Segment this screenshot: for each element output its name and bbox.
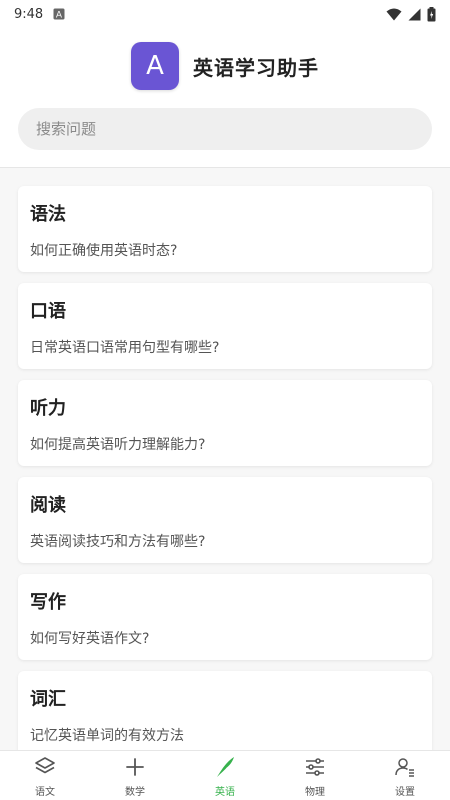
svg-text:A: A bbox=[56, 11, 63, 21]
app-header: A 英语学习助手 bbox=[0, 28, 450, 168]
topic-question: 如何正确使用英语时态? bbox=[30, 243, 178, 259]
nav-item-chinese[interactable]: 语文 bbox=[0, 751, 90, 800]
app-screen: 9:48 A A 英语学习助手 搜索问题 语法 如何正确使用英语时态? 口语 日… bbox=[0, 0, 450, 800]
topic-question: 如何提高英语听力理解能力? bbox=[30, 437, 206, 453]
plus-icon bbox=[122, 754, 148, 780]
app-logo: A bbox=[131, 42, 179, 90]
bottom-nav: 语文 数学 英语 物理 设置 bbox=[0, 750, 450, 800]
topic-title: 阅读 bbox=[30, 495, 66, 516]
topic-card-writing[interactable]: 写作 如何写好英语作文? bbox=[18, 574, 432, 660]
sliders-icon bbox=[302, 754, 328, 780]
notification-icon: A bbox=[53, 8, 65, 20]
topic-question: 英语阅读技巧和方法有哪些? bbox=[30, 534, 206, 550]
topic-question: 如何写好英语作文? bbox=[30, 631, 150, 647]
topic-card-listening[interactable]: 听力 如何提高英语听力理解能力? bbox=[18, 380, 432, 466]
user-settings-icon bbox=[392, 754, 418, 780]
app-title: 英语学习助手 bbox=[193, 55, 319, 80]
status-bar: 9:48 A bbox=[0, 0, 450, 28]
topic-title: 听力 bbox=[30, 398, 66, 419]
topic-card-reading[interactable]: 阅读 英语阅读技巧和方法有哪些? bbox=[18, 477, 432, 563]
topic-title: 写作 bbox=[30, 592, 66, 613]
battery-icon bbox=[427, 6, 436, 22]
topic-card-speaking[interactable]: 口语 日常英语口语常用句型有哪些? bbox=[18, 283, 432, 369]
nav-label: 设置 bbox=[395, 786, 415, 798]
status-time: 9:48 bbox=[14, 6, 44, 22]
topic-question: 记忆英语单词的有效方法 bbox=[30, 728, 184, 744]
nav-item-physics[interactable]: 物理 bbox=[270, 751, 360, 800]
nav-item-english[interactable]: 英语 bbox=[180, 751, 270, 800]
topic-question: 日常英语口语常用句型有哪些? bbox=[30, 340, 220, 356]
brand: A 英语学习助手 bbox=[0, 42, 450, 90]
topic-title: 口语 bbox=[30, 301, 66, 322]
search-input[interactable] bbox=[18, 108, 432, 150]
cell-signal-icon bbox=[408, 8, 421, 21]
wifi-icon bbox=[386, 8, 402, 21]
nav-label: 物理 bbox=[305, 786, 325, 798]
nav-label: 数学 bbox=[125, 786, 145, 798]
feather-icon bbox=[212, 754, 238, 780]
nav-label: 英语 bbox=[215, 786, 235, 798]
layers-icon bbox=[32, 754, 58, 780]
topic-list: 语法 如何正确使用英语时态? 口语 日常英语口语常用句型有哪些? 听力 如何提高… bbox=[0, 168, 450, 750]
nav-item-math[interactable]: 数学 bbox=[90, 751, 180, 800]
topic-card-vocabulary[interactable]: 词汇 记忆英语单词的有效方法 bbox=[18, 671, 432, 750]
topic-title: 词汇 bbox=[30, 689, 66, 710]
nav-label: 语文 bbox=[35, 786, 55, 798]
topic-card-grammar[interactable]: 语法 如何正确使用英语时态? bbox=[18, 186, 432, 272]
nav-item-settings[interactable]: 设置 bbox=[360, 751, 450, 800]
topic-title: 语法 bbox=[30, 204, 66, 225]
